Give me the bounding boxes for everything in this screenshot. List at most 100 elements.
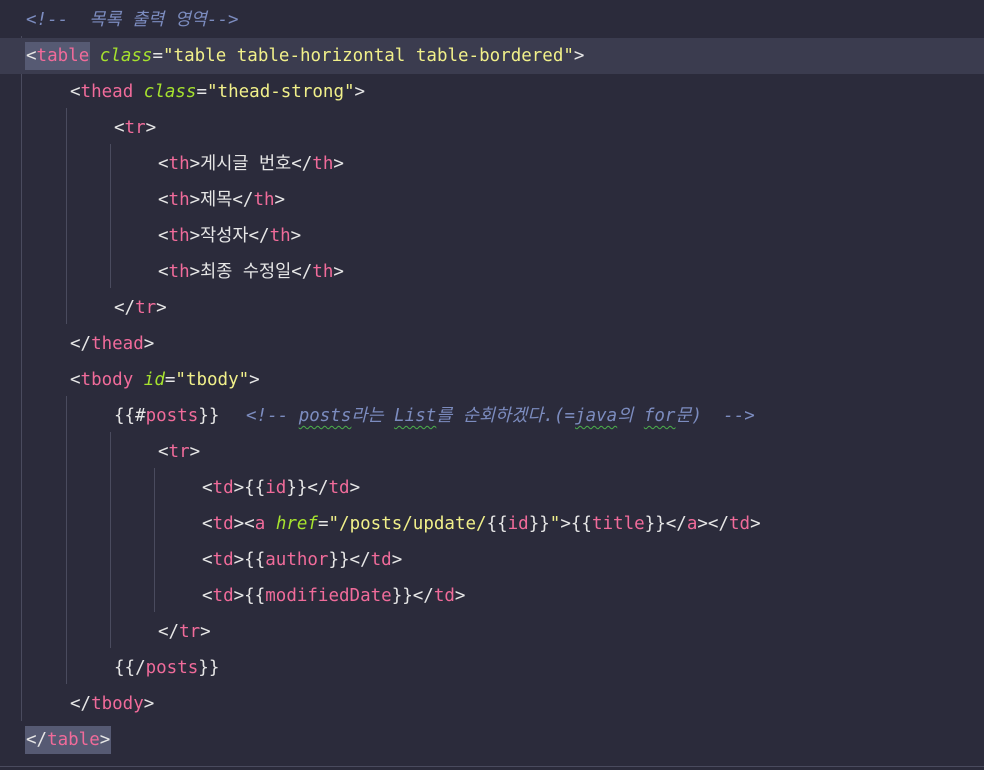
- mustache-braces: {{/: [114, 658, 146, 678]
- attr-name: href: [275, 514, 318, 534]
- th-element: <th>제목</th>: [158, 182, 285, 218]
- mustache-var: posts: [145, 406, 199, 426]
- tag-name: tbody: [80, 370, 134, 390]
- angle-close: >: [560, 514, 571, 534]
- code-line-12[interactable]: {{#posts}} <!-- posts라는 List를 순회하겠다.(=ja…: [0, 398, 984, 434]
- code-line-10[interactable]: </thead>: [0, 326, 984, 362]
- tag-name: tr: [135, 298, 157, 318]
- mustache-var: posts: [145, 658, 199, 678]
- tag-name: thead: [91, 334, 144, 354]
- angle-close: >: [189, 226, 201, 246]
- code-line-5[interactable]: <th>게시글 번호</th>: [0, 146, 984, 182]
- angle-close: >: [354, 82, 366, 102]
- equals: =: [317, 514, 329, 534]
- bracket-match-highlight: <table: [25, 42, 91, 70]
- angle-open: </: [412, 586, 434, 606]
- attr-name: id: [143, 370, 165, 390]
- comment-text: 의: [617, 406, 644, 426]
- spellcheck-word: java: [575, 406, 618, 426]
- angle-close: >: [750, 514, 761, 534]
- attr-value: "tbody": [175, 370, 250, 390]
- code-line-11[interactable]: <tbody id="tbody">: [0, 362, 984, 398]
- code-editor[interactable]: <!-- 목록 출력 영역--> <table class="table tab…: [0, 0, 984, 770]
- mustache-braces: }}: [286, 478, 308, 498]
- mustache-braces: }}: [328, 550, 350, 570]
- tag-name: tr: [179, 622, 201, 642]
- tag-name: th: [312, 154, 334, 174]
- angle-open: </: [707, 514, 729, 534]
- angle-open: <: [158, 442, 169, 462]
- code-line-6[interactable]: <th>제목</th>: [0, 182, 984, 218]
- code-line-9[interactable]: </tr>: [0, 290, 984, 326]
- tag-name: td: [212, 550, 234, 570]
- code-line-14[interactable]: <td>{{id}}</td>: [0, 470, 984, 506]
- mustache-braces: {{: [244, 550, 266, 570]
- code-line-15[interactable]: <td><a href="/posts/update/{{id}}">{{tit…: [0, 506, 984, 542]
- mustache-braces: }}: [391, 586, 413, 606]
- angle-close: >: [233, 550, 245, 570]
- code-line-18[interactable]: </tr>: [0, 614, 984, 650]
- angle-open: </: [291, 262, 313, 282]
- td-element: <td>{{author}}</td>: [202, 542, 402, 578]
- code-line-16[interactable]: <td>{{author}}</td>: [0, 542, 984, 578]
- code-line-1[interactable]: <!-- 목록 출력 영역-->: [0, 2, 984, 38]
- tag-name: td: [728, 514, 751, 534]
- mustache-braces: }}: [644, 514, 666, 534]
- mustache-section-open: {{#posts}}: [114, 398, 219, 434]
- code-line-21[interactable]: </table>: [0, 722, 984, 758]
- angle-open: </: [248, 226, 270, 246]
- angle-close: >: [333, 154, 344, 174]
- angle-close: >: [143, 694, 155, 714]
- thead-close-tag: </thead>: [70, 326, 154, 362]
- code-line-19[interactable]: {{/posts}}: [0, 650, 984, 686]
- angle-open: <: [202, 478, 213, 498]
- tag-name: th: [168, 190, 190, 210]
- angle-close: >: [233, 514, 245, 534]
- tr-open-tag: <tr>: [158, 434, 200, 470]
- tag-name: table: [36, 46, 90, 66]
- code-line-7[interactable]: <th>작성자</th>: [0, 218, 984, 254]
- code-line-17[interactable]: <td>{{modifiedDate}}</td>: [0, 578, 984, 614]
- angle-open: </: [665, 514, 687, 534]
- mustache-braces: {{#: [114, 406, 146, 426]
- angle-open: </: [158, 622, 180, 642]
- code-line-20[interactable]: </tbody>: [0, 686, 984, 722]
- comment-text: 목록 출력 영역: [68, 10, 207, 30]
- tbody-open-tag: <tbody id="tbody">: [70, 362, 260, 398]
- angle-open: </: [70, 694, 92, 714]
- mustache-braces: {{: [244, 478, 266, 498]
- mustache-section-close: {{/posts}}: [114, 650, 219, 686]
- mustache-var: id: [507, 514, 529, 534]
- angle-close: >: [573, 46, 585, 66]
- attr-name: class: [143, 82, 197, 102]
- angle-open: <: [70, 370, 81, 390]
- mustache-braces: {{: [244, 586, 266, 606]
- angle-open: <: [158, 154, 169, 174]
- code-line-13[interactable]: <tr>: [0, 434, 984, 470]
- attr-value: ": [549, 514, 561, 534]
- angle-open: <: [158, 190, 169, 210]
- angle-close: >: [189, 154, 201, 174]
- angle-close: >: [274, 190, 286, 210]
- tr-open-tag: <tr>: [114, 110, 156, 146]
- mustache-var: title: [591, 514, 645, 534]
- code-line-4[interactable]: <tr>: [0, 110, 984, 146]
- html-comment: <!-- posts라는 List를 순회하겠다.(=java의 for문) -…: [246, 398, 755, 434]
- angle-open: <: [114, 118, 125, 138]
- attr-value: "/posts/update/: [328, 514, 487, 534]
- tag-name: th: [168, 154, 190, 174]
- angle-close: >: [233, 478, 245, 498]
- angle-open: <: [202, 514, 213, 534]
- tag-name: th: [269, 226, 291, 246]
- code-line-3[interactable]: <thead class="thead-strong">: [0, 74, 984, 110]
- angle-close: >: [697, 514, 708, 534]
- equals: =: [196, 82, 208, 102]
- mustache-braces: }}: [528, 514, 550, 534]
- tag-name: a: [686, 514, 698, 534]
- code-line-8[interactable]: <th>최종 수정일</th>: [0, 254, 984, 290]
- code-line-2-active[interactable]: <table class="table table-horizontal tab…: [0, 38, 984, 74]
- tag-name: tr: [124, 118, 146, 138]
- table-close-tag: </table>: [25, 722, 112, 758]
- th-text: 최종 수정일: [200, 262, 292, 282]
- comment-open: <!--: [246, 406, 289, 426]
